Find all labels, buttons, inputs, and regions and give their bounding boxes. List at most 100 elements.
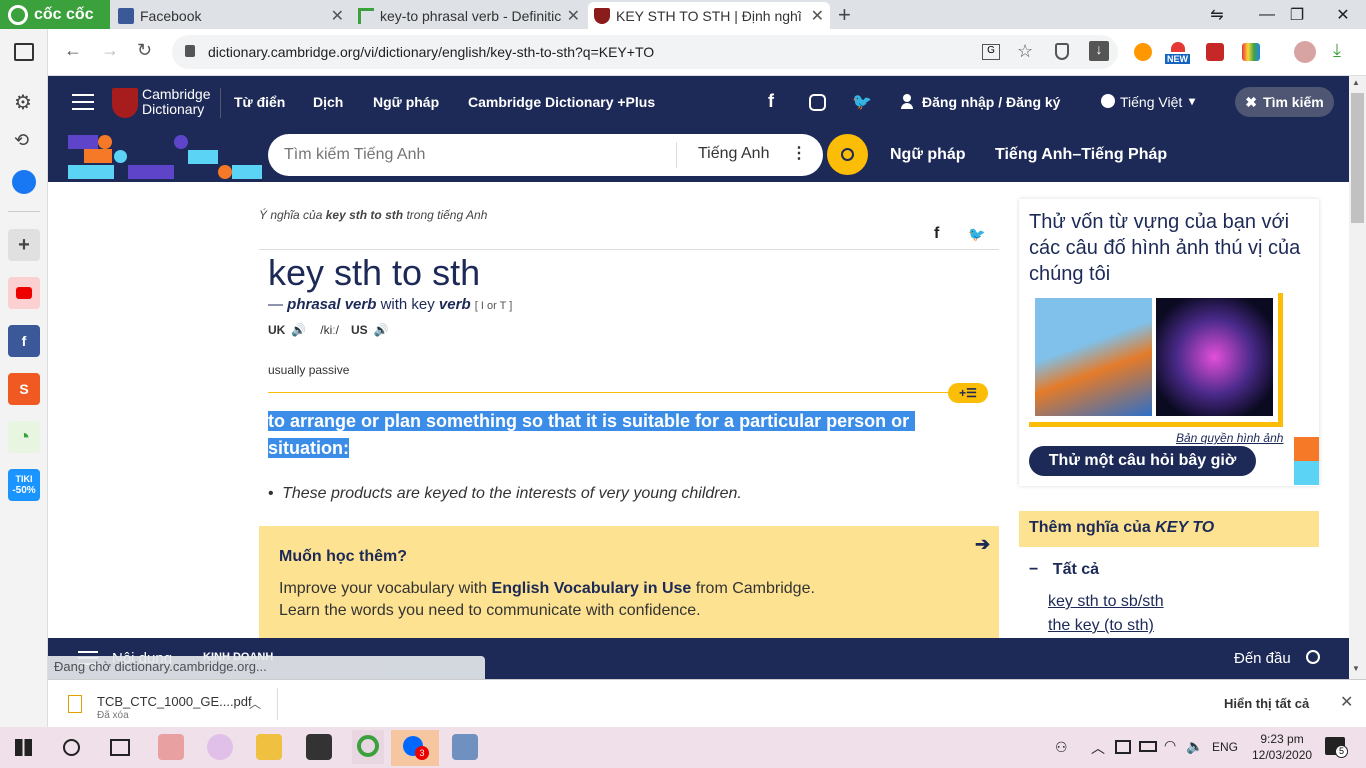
close-tab-icon[interactable]: ✕ (810, 5, 824, 26)
download-filename[interactable]: TCB_CTC_1000_GE....pdf (97, 694, 252, 709)
new-tab-icon[interactable]: + (838, 2, 851, 28)
extension-red-icon[interactable] (1206, 43, 1224, 61)
nav-plus[interactable]: Cambridge Dictionary +Plus (468, 94, 655, 110)
download-page-icon[interactable]: ↓ (1089, 41, 1109, 61)
hamburger-menu-icon[interactable] (72, 94, 94, 110)
coccoc-extension-icon[interactable]: ◔ (8, 421, 40, 453)
meaning-link[interactable]: key sth to sb/sth (1048, 593, 1164, 611)
sidebar-toggle-icon[interactable] (14, 43, 34, 61)
shield-icon[interactable] (1055, 43, 1069, 60)
settings-icon[interactable]: ⚙ (14, 90, 32, 115)
notifications-icon[interactable]: 5 (1325, 737, 1348, 758)
minimize-icon[interactable]: — (1250, 0, 1284, 29)
en-fr-link[interactable]: Tiếng Anh–Tiếng Pháp (995, 146, 1167, 164)
cambridge-logo-icon[interactable] (112, 88, 138, 118)
chevron-up-icon[interactable]: ︿ (249, 695, 261, 712)
uk-audio-icon[interactable]: 🔊 (291, 323, 306, 337)
snipping-tool-icon[interactable] (452, 734, 478, 760)
dataset-selector[interactable]: Tiếng Anh (698, 145, 769, 163)
history-icon[interactable]: ⟲ (14, 130, 29, 151)
bookmark-star-icon[interactable]: ☆ (1017, 41, 1033, 62)
facebook-icon[interactable]: f (8, 325, 40, 357)
tab-phrasal-verb[interactable]: key-to phrasal verb - Definitic ✕ (352, 2, 586, 29)
sticky-notes-icon[interactable] (306, 734, 332, 760)
add-app-icon[interactable]: + (8, 229, 40, 261)
battery-icon[interactable] (1139, 741, 1157, 752)
youtube-icon[interactable] (8, 277, 40, 309)
volume-icon[interactable]: 🔈 (1186, 738, 1203, 755)
shopee-icon[interactable]: S (8, 373, 40, 405)
header-divider (259, 249, 999, 250)
file-explorer-icon[interactable] (256, 734, 282, 760)
example-text: These products are keyed to the interest… (282, 485, 742, 502)
cortana-search-icon[interactable] (63, 739, 80, 756)
page-scrollbar[interactable]: ▲ ▼ (1349, 76, 1366, 679)
arrow-up-icon[interactable] (1306, 650, 1320, 664)
show-hidden-icons[interactable]: ︿ (1091, 738, 1105, 758)
extension-color-icon[interactable] (1242, 43, 1260, 61)
close-tab-icon[interactable]: ✕ (566, 5, 580, 26)
nav-translate[interactable]: Dịch (313, 94, 343, 110)
add-to-list-button[interactable]: +☰ (948, 383, 988, 403)
more-options-icon[interactable]: ⋮ (791, 143, 807, 163)
extension-chrome-icon[interactable] (1134, 43, 1152, 61)
instagram-icon[interactable] (809, 94, 826, 111)
task-view-icon[interactable] (110, 739, 130, 756)
search-toggle-button[interactable]: ✖ Tìm kiếm (1235, 87, 1334, 117)
brand-label: cốc cốc (34, 5, 94, 23)
zalo-taskbar-button[interactable]: 3 (391, 730, 439, 766)
people-icon[interactable]: ⚇ (1055, 739, 1068, 756)
ferris-wheel-image[interactable] (1156, 298, 1273, 416)
translate-icon[interactable]: G (982, 44, 1000, 60)
maximize-icon[interactable]: ❐ (1280, 0, 1314, 29)
url-bar[interactable]: dictionary.cambridge.org/vi/dictionary/e… (172, 35, 1118, 69)
cambridge-logo-text[interactable]: Cambridge Dictionary (142, 87, 210, 117)
messenger-icon[interactable] (12, 170, 36, 194)
tab-search-icon[interactable]: ⇋ (1200, 0, 1234, 29)
close-window-icon[interactable]: ✕ (1326, 0, 1360, 29)
input-language[interactable]: ENG (1212, 740, 1238, 754)
coccoc-taskbar-button[interactable] (352, 730, 384, 764)
nav-dictionary[interactable]: Từ điển (234, 94, 285, 110)
close-download-bar-icon[interactable]: ✕ (1340, 692, 1353, 712)
copyright-link[interactable]: Bản quyền hình ảnh (1176, 431, 1283, 445)
share-twitter-icon[interactable]: 🐦 (968, 226, 985, 243)
tiki-icon[interactable]: TIKI -50% (8, 469, 40, 501)
search-button[interactable] (827, 134, 868, 175)
action-tray-icon[interactable] (1115, 740, 1131, 754)
coccoc-menu-button[interactable]: cốc cốc (0, 0, 110, 29)
all-meanings-toggle[interactable]: − Tất cả (1029, 561, 1099, 579)
paint-icon[interactable] (207, 734, 233, 760)
clock[interactable]: 9:23 pm 12/03/2020 (1252, 731, 1312, 763)
promo-box[interactable]: Muốn học thêm? ➔ Improve your vocabulary… (259, 526, 999, 638)
profile-avatar[interactable] (1294, 41, 1316, 63)
share-facebook-icon[interactable]: f (934, 225, 939, 243)
close-tab-icon[interactable]: ✕ (331, 6, 344, 26)
twitter-icon[interactable]: 🐦 (852, 92, 872, 112)
water-slide-image[interactable] (1035, 298, 1152, 416)
login-link[interactable]: Đăng nhập / Đăng ký (922, 94, 1060, 110)
promo-book: English Vocabulary in Use (491, 580, 692, 597)
back-to-top[interactable]: Đến đầu (1234, 650, 1291, 667)
globe-icon (1101, 94, 1115, 108)
search-input[interactable] (284, 142, 674, 168)
us-audio-icon[interactable]: 🔊 (374, 323, 389, 337)
app-icon[interactable] (158, 734, 184, 760)
language-selector[interactable]: Tiếng Việt (1120, 94, 1182, 110)
windows-start-icon[interactable] (15, 739, 32, 756)
facebook-icon[interactable]: f (768, 91, 774, 112)
quiz-button[interactable]: Thử một câu hỏi bây giờ (1029, 446, 1256, 476)
tab-facebook[interactable]: Facebook ✕ (112, 2, 350, 29)
download-icon[interactable]: ⤓ (1333, 40, 1341, 61)
forward-icon[interactable]: → (101, 40, 119, 61)
wifi-icon[interactable]: ◠ (1164, 737, 1176, 754)
meaning-link[interactable]: the key (to sth) (1048, 617, 1154, 635)
show-all-downloads[interactable]: Hiển thị tất cả (1224, 696, 1309, 711)
back-icon[interactable]: ← (64, 40, 82, 61)
grammar-link[interactable]: Ngữ pháp (890, 146, 966, 164)
tab-cambridge-active[interactable]: KEY STH TO STH | Định nghĩa ✕ (588, 2, 830, 29)
nav-grammar[interactable]: Ngữ pháp (373, 94, 439, 110)
arrow-right-icon[interactable]: ➔ (975, 534, 990, 555)
extension-new-icon[interactable]: NEW (1165, 42, 1193, 64)
reload-icon[interactable]: ↻ (137, 40, 152, 61)
